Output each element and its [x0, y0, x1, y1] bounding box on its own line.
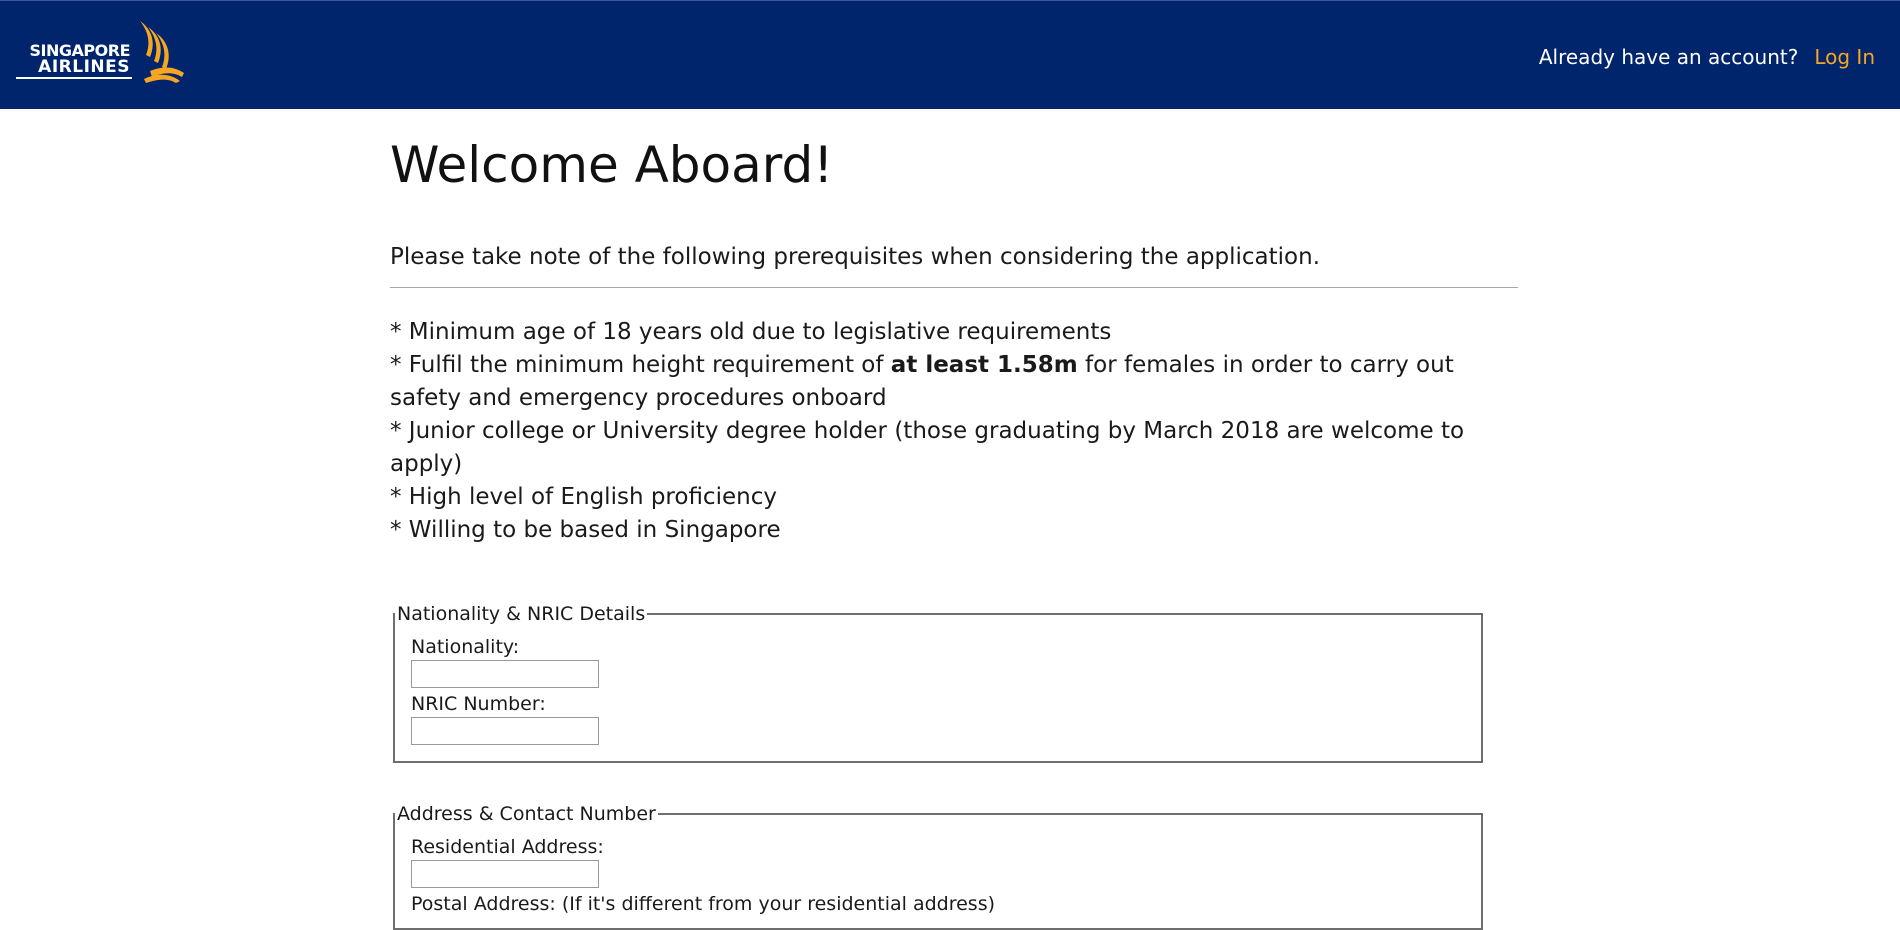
- header-account-area: Already have an account? Log In: [1539, 45, 1875, 69]
- singapore-airlines-logo[interactable]: SINGAPORE AIRLINES: [16, 21, 186, 85]
- prereq-item: * Fulfil the minimum height requirement …: [390, 352, 1454, 411]
- nric-legend: Nationality & NRIC Details: [397, 603, 646, 625]
- logo-underline: [16, 77, 132, 79]
- nationality-label: Nationality:: [411, 636, 520, 658]
- nric-label: NRIC Number:: [411, 693, 546, 715]
- logo-line2: AIRLINES: [38, 57, 130, 77]
- residential-address-input[interactable]: [411, 860, 599, 888]
- divider: [390, 287, 1518, 288]
- account-prompt: Already have an account?: [1538, 45, 1799, 69]
- page-title: Welcome Aboard!: [390, 136, 834, 194]
- prereq-item: * Minimum age of 18 years old due to leg…: [390, 319, 1112, 345]
- nationality-input[interactable]: [411, 660, 599, 688]
- prereq-item: * Willing to be based in Singapore: [390, 517, 781, 543]
- header-bar: SINGAPORE AIRLINES Already have an accou…: [0, 0, 1900, 109]
- kris-bird-icon: [140, 21, 184, 83]
- address-contact-fieldset: Address & Contact Number Residential Add…: [393, 803, 1483, 930]
- prereq-item: * High level of English proficiency: [390, 484, 777, 510]
- postal-address-label: Postal Address: (If it's different from …: [411, 893, 996, 915]
- main-content: Welcome Aboard! Please take note of the …: [390, 109, 1518, 930]
- prereq-item: * Junior college or University degree ho…: [390, 418, 1465, 477]
- height-emphasis: at least 1.58m: [890, 352, 1078, 378]
- prerequisites-list: * Minimum age of 18 years old due to leg…: [390, 316, 1518, 547]
- nric-input[interactable]: [411, 717, 599, 745]
- login-link[interactable]: Log In: [1814, 45, 1875, 69]
- residential-address-label: Residential Address:: [411, 836, 604, 858]
- intro-text: Please take note of the following prereq…: [390, 244, 1321, 270]
- nric-details-fieldset: Nationality & NRIC Details Nationality: …: [393, 603, 1483, 763]
- logo-wordmark: SINGAPORE AIRLINES: [16, 42, 131, 77]
- address-legend: Address & Contact Number: [397, 803, 656, 825]
